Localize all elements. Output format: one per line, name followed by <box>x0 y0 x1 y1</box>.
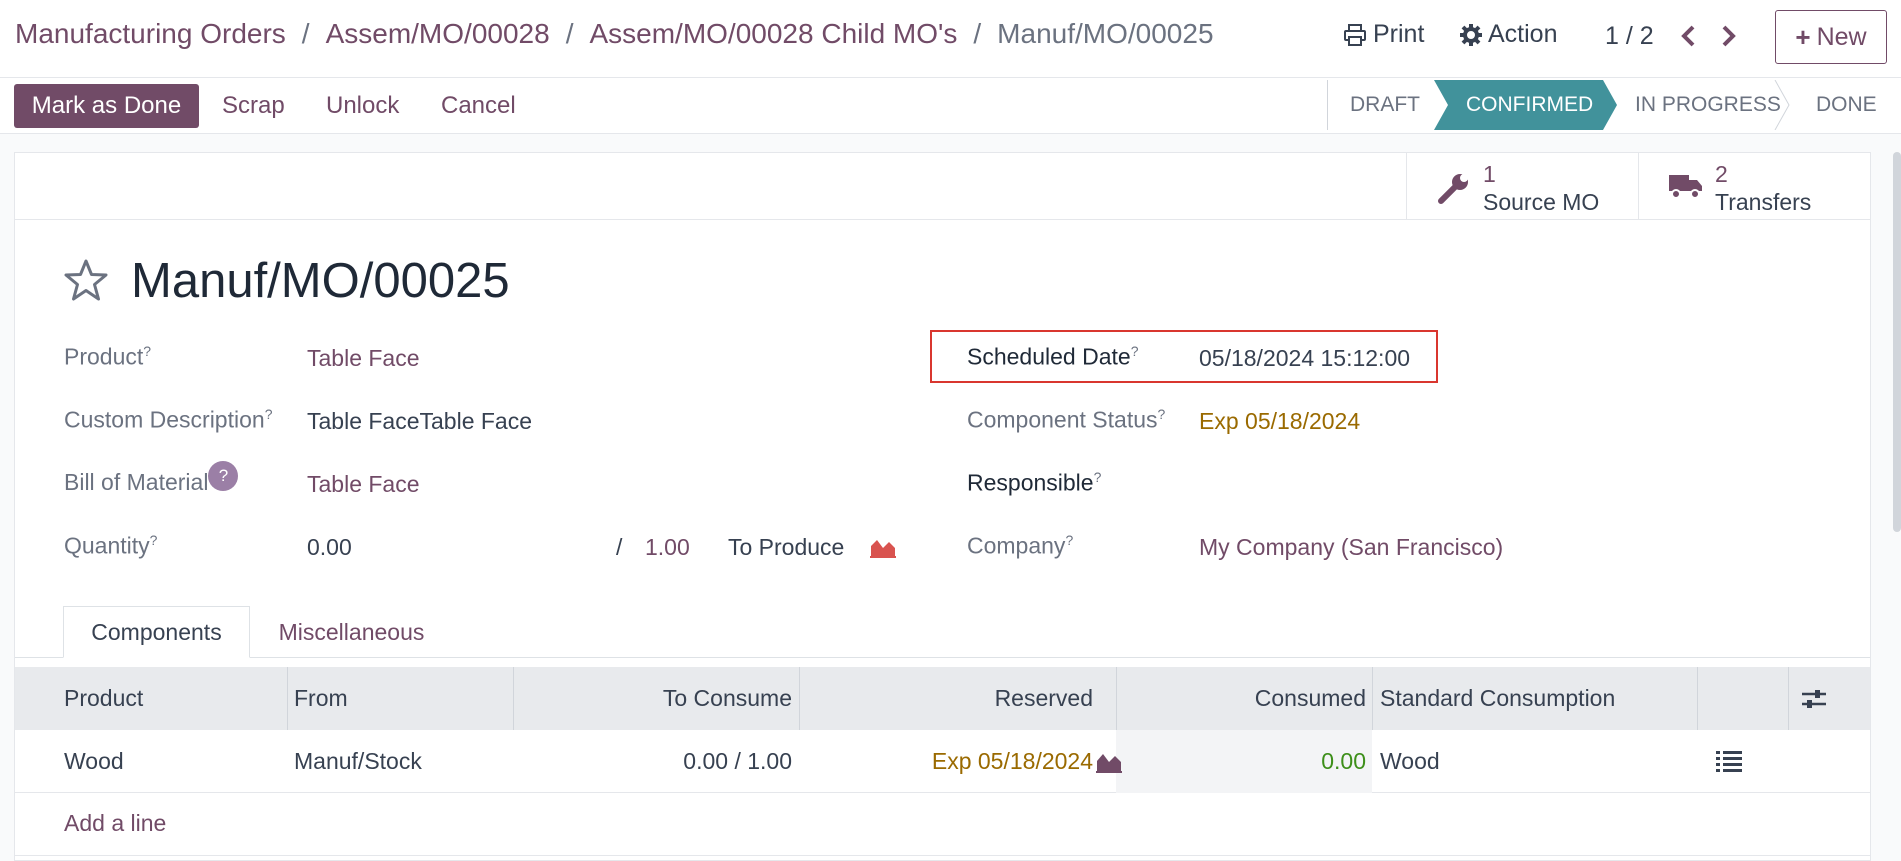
column-reserved[interactable]: Reserved <box>801 667 1093 730</box>
scrollbar[interactable] <box>1893 152 1901 532</box>
to-produce-label: To Produce <box>728 534 845 560</box>
breadcrumb-assem-mo[interactable]: Assem/MO/00028 <box>326 18 550 50</box>
quantity-label: Quantity? <box>64 532 158 559</box>
breadcrumb-current: Manuf/MO/00025 <box>997 18 1214 49</box>
row-from[interactable]: Manuf/Stock <box>294 730 422 793</box>
component-status-label: Component Status? <box>967 406 1166 433</box>
transfers-count: 2 <box>1715 161 1728 187</box>
responsible-label: Responsible? <box>967 469 1102 496</box>
transfers-button[interactable]: 2 Transfers <box>1638 153 1870 220</box>
pager-value[interactable]: 1 / 2 <box>1605 22 1654 51</box>
control-panel-top: Manufacturing Orders / Assem/MO/00028 / … <box>0 0 1901 78</box>
column-product[interactable]: Product <box>64 667 143 730</box>
forecast-chart-icon[interactable] <box>869 536 897 558</box>
column-separator <box>1116 667 1117 730</box>
print-button[interactable]: Print <box>1343 20 1424 49</box>
column-separator <box>1372 667 1373 730</box>
transfers-label: Transfers <box>1715 189 1812 215</box>
column-consumed[interactable]: Consumed <box>1118 667 1366 730</box>
table-footer-divider <box>15 855 1870 856</box>
breadcrumb-child-mos[interactable]: Assem/MO/00028 Child MO's <box>589 18 957 50</box>
company-label: Company? <box>967 532 1074 559</box>
mark-as-done-button[interactable]: Mark as Done <box>14 84 199 128</box>
column-separator <box>513 667 514 730</box>
star-icon[interactable] <box>63 258 109 302</box>
source-mo-label: Source MO <box>1483 189 1600 215</box>
breadcrumb-separator: / <box>973 18 982 49</box>
status-in-progress[interactable]: IN PROGRESS <box>1635 80 1781 130</box>
company-value[interactable]: My Company (San Francisco) <box>1199 534 1503 561</box>
table-row[interactable]: Wood Manuf/Stock 0.00 / 1.00 Exp 05/18/2… <box>15 730 1870 793</box>
column-standard-consumption[interactable]: Standard Consumption <box>1380 667 1615 730</box>
scrap-button[interactable]: Scrap <box>222 92 285 120</box>
breadcrumb: Manufacturing Orders / Assem/MO/00028 / … <box>15 18 1214 50</box>
list-details-icon[interactable] <box>1716 750 1742 772</box>
component-status-value: Exp 05/18/2024 <box>1199 408 1361 434</box>
column-separator <box>1697 667 1698 730</box>
column-to-consume[interactable]: To Consume <box>515 667 792 730</box>
new-button[interactable]: + New <box>1775 10 1887 64</box>
source-mo-button[interactable]: 1 Source MO <box>1406 153 1638 220</box>
truck-icon <box>1669 175 1702 199</box>
add-a-line-button[interactable]: Add a line <box>64 810 166 837</box>
product-label: Product? <box>64 343 152 370</box>
status-bar: DRAFT CONFIRMED IN PROGRESS DONE <box>1327 80 1901 130</box>
product-value[interactable]: Table Face <box>307 345 420 372</box>
gear-icon <box>1460 23 1482 46</box>
optional-columns-icon[interactable] <box>1801 687 1827 711</box>
unlock-button[interactable]: Unlock <box>326 92 399 120</box>
chevron-left-icon <box>1681 25 1695 47</box>
status-confirmed[interactable]: CONFIRMED <box>1466 80 1593 130</box>
custom-description-label: Custom Description? <box>64 406 273 433</box>
components-table-header: Product From To Consume Reserved Consume… <box>15 667 1870 730</box>
quantity-separator: / <box>616 534 623 560</box>
quantity-to-produce-value[interactable]: 1.00 <box>645 534 690 561</box>
tab-miscellaneous[interactable]: Miscellaneous <box>250 606 453 658</box>
scheduled-date-value[interactable]: 05/18/2024 15:12:00 <box>1199 345 1410 372</box>
row-to-consume[interactable]: 0.00 / 1.00 <box>515 730 792 793</box>
record-title: Manuf/MO/00025 <box>131 254 510 308</box>
source-mo-count: 1 <box>1483 161 1496 187</box>
quantity-produced-value[interactable]: 0.00 <box>307 534 352 561</box>
row-reserved: Exp 05/18/2024 <box>931 748 1093 774</box>
breadcrumb-manufacturing-orders[interactable]: Manufacturing Orders <box>15 18 286 50</box>
action-button[interactable]: Action <box>1460 20 1557 49</box>
action-label: Action <box>1488 20 1558 48</box>
status-done[interactable]: DONE <box>1816 80 1877 130</box>
smart-button-box: 1 Source MO 2 Transfers <box>15 153 1870 220</box>
breadcrumb-separator: / <box>565 18 574 49</box>
column-separator <box>799 667 800 730</box>
new-label: New <box>1816 22 1867 51</box>
pager-previous-button[interactable] <box>1675 22 1701 50</box>
plus-icon: + <box>1795 21 1811 52</box>
tab-components[interactable]: Components <box>63 606 250 658</box>
column-separator <box>287 667 288 730</box>
scheduled-date-label: Scheduled Date? <box>967 343 1139 370</box>
row-standard-consumption: Wood <box>1380 748 1440 774</box>
row-product[interactable]: Wood <box>64 730 124 793</box>
breadcrumb-separator: / <box>301 18 310 49</box>
status-draft[interactable]: DRAFT <box>1350 80 1420 130</box>
wrench-icon <box>1438 174 1468 204</box>
column-separator <box>1788 667 1789 730</box>
print-label: Print <box>1373 20 1425 48</box>
chevron-right-icon <box>1722 25 1736 47</box>
print-icon <box>1344 23 1366 46</box>
bill-of-material-label: Bill of Material? <box>64 461 239 496</box>
row-consumed[interactable]: 0.00 <box>1118 730 1366 793</box>
column-from[interactable]: From <box>294 667 348 730</box>
bill-of-material-value[interactable]: Table Face <box>307 471 420 498</box>
custom-description-value[interactable]: Table FaceTable Face <box>307 408 532 435</box>
help-icon[interactable]: ? <box>208 461 239 491</box>
pager-next-button[interactable] <box>1716 22 1742 50</box>
cancel-button[interactable]: Cancel <box>441 92 516 120</box>
form-sheet: 1 Source MO 2 Transfers Manuf/MO/00025 P… <box>14 152 1871 861</box>
